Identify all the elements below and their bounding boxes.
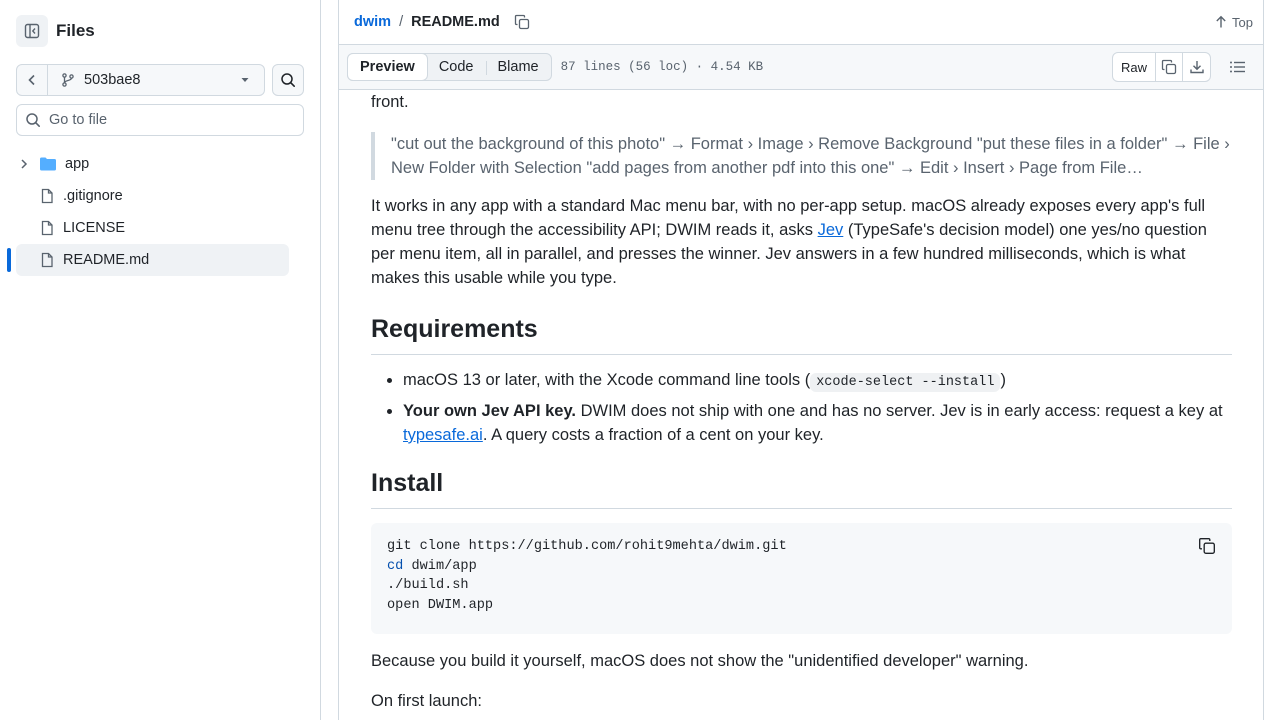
arrow-up-icon <box>1216 15 1226 28</box>
file-icon <box>39 188 55 204</box>
tree-item-app[interactable]: app <box>16 148 289 180</box>
download-icon[interactable] <box>1183 53 1210 81</box>
tree-item-readme[interactable]: README.md <box>7 244 289 276</box>
file-meta: 87 lines (56 loc) · 4.54 KB <box>560 60 764 74</box>
readme-paragraph: Because you build it yourself, macOS doe… <box>371 652 1029 670</box>
list-item-text: DWIM does not ship with one and has no s… <box>576 402 1223 420</box>
file-icon <box>39 220 55 236</box>
inline-code: xcode-select --install <box>810 373 1001 392</box>
file-icon <box>39 252 55 268</box>
breadcrumb-current-file: README.md <box>411 14 500 30</box>
list-item: Your own Jev API key. DWIM does not ship… <box>403 399 1232 447</box>
copy-icon[interactable] <box>1156 53 1183 81</box>
heading-requirements: Requirements <box>371 314 1232 355</box>
chevron-right-icon[interactable] <box>16 158 32 170</box>
readme-paragraph: On first launch: <box>371 692 482 710</box>
copy-icon[interactable] <box>514 14 530 30</box>
back-to-top-link[interactable]: Top <box>1214 15 1253 30</box>
code-line: git clone https://github.com/rohit9mehta… <box>387 539 787 554</box>
top-label: Top <box>1232 14 1253 30</box>
tree-item-label: LICENSE <box>63 220 126 236</box>
raw-copy-download-group: Raw <box>1111 52 1211 82</box>
readme-text: front. <box>371 93 409 111</box>
requirements-list: macOS 13 or later, with the Xcode comman… <box>371 368 1232 451</box>
tab-blame[interactable]: Blame <box>485 54 551 80</box>
git-branch-icon <box>60 72 76 88</box>
breadcrumb-separator: / <box>399 14 404 30</box>
list-item-text: . A query costs a fraction of a cent on … <box>482 426 824 444</box>
install-code-block: git clone https://github.com/rohit9mehta… <box>371 523 1232 634</box>
branch-picker-row: 503bae8 <box>16 64 304 96</box>
tree-item-label: .gitignore <box>63 188 123 204</box>
tree-item-license[interactable]: LICENSE <box>16 212 289 244</box>
file-toolbar: Preview Code Blame 87 lines (56 loc) · 4… <box>339 45 1263 90</box>
branch-selector[interactable]: 503bae8 <box>48 64 265 96</box>
caret-down-icon <box>240 75 250 85</box>
tree-item-gitignore[interactable]: .gitignore <box>16 180 289 212</box>
chevron-left-icon[interactable] <box>16 64 48 96</box>
blockquote-text: "cut out the background of this photo" →… <box>391 135 1230 177</box>
list-unordered-icon[interactable] <box>1229 59 1247 75</box>
search-icon <box>25 112 41 128</box>
search-icon[interactable] <box>272 64 304 96</box>
tree-item-label: README.md <box>63 252 150 268</box>
code-line: open DWIM.app <box>387 598 494 614</box>
tab-code[interactable]: Code <box>427 54 486 80</box>
active-indicator <box>7 248 11 272</box>
sidebar-header: Files <box>16 15 95 47</box>
branch-name: 503bae8 <box>84 72 141 88</box>
copy-icon[interactable] <box>1198 537 1216 555</box>
tree-item-label: app <box>65 156 90 172</box>
readme-paragraph: It works in any app with a standard Mac … <box>371 194 1232 290</box>
heading-install: Install <box>371 468 1232 509</box>
folder-icon <box>39 156 57 172</box>
list-item-bold: Your own Jev API key. <box>403 402 577 420</box>
sidebar-title: Files <box>56 21 95 40</box>
typesafe-link[interactable]: typesafe.ai <box>403 426 483 444</box>
jev-link[interactable]: Jev <box>818 221 844 239</box>
file-tree: app .gitignore LICENSE README.md <box>7 148 289 276</box>
raw-button[interactable]: Raw <box>1113 53 1156 81</box>
list-item: macOS 13 or later, with the Xcode comman… <box>403 368 1232 395</box>
file-view: dwim / README.md Top Preview Code Blame … <box>338 0 1264 720</box>
go-to-file-field[interactable] <box>16 104 304 136</box>
breadcrumb-repo-link[interactable]: dwim <box>354 14 391 30</box>
list-item-text: ) <box>1000 371 1006 389</box>
go-to-file-input[interactable] <box>49 112 289 128</box>
code-line: cd dwim/app <box>387 557 1216 577</box>
file-actions: Raw <box>1111 52 1247 82</box>
list-item-text: macOS 13 or later, with the Xcode comman… <box>403 371 811 389</box>
readme-blockquote: "cut out the background of this photo" →… <box>371 132 1232 180</box>
tab-preview[interactable]: Preview <box>347 53 428 81</box>
code-keyword: cd <box>387 558 404 574</box>
code-line: ./build.sh <box>387 578 469 594</box>
sidebar-collapse-icon[interactable] <box>16 15 48 47</box>
file-header: dwim / README.md Top <box>339 0 1263 45</box>
code-text: dwim/app <box>403 558 477 574</box>
view-mode-tabs: Preview Code Blame <box>347 53 552 81</box>
file-tree-sidebar: Files 503bae8 Go to file app .gitignore … <box>0 0 321 720</box>
